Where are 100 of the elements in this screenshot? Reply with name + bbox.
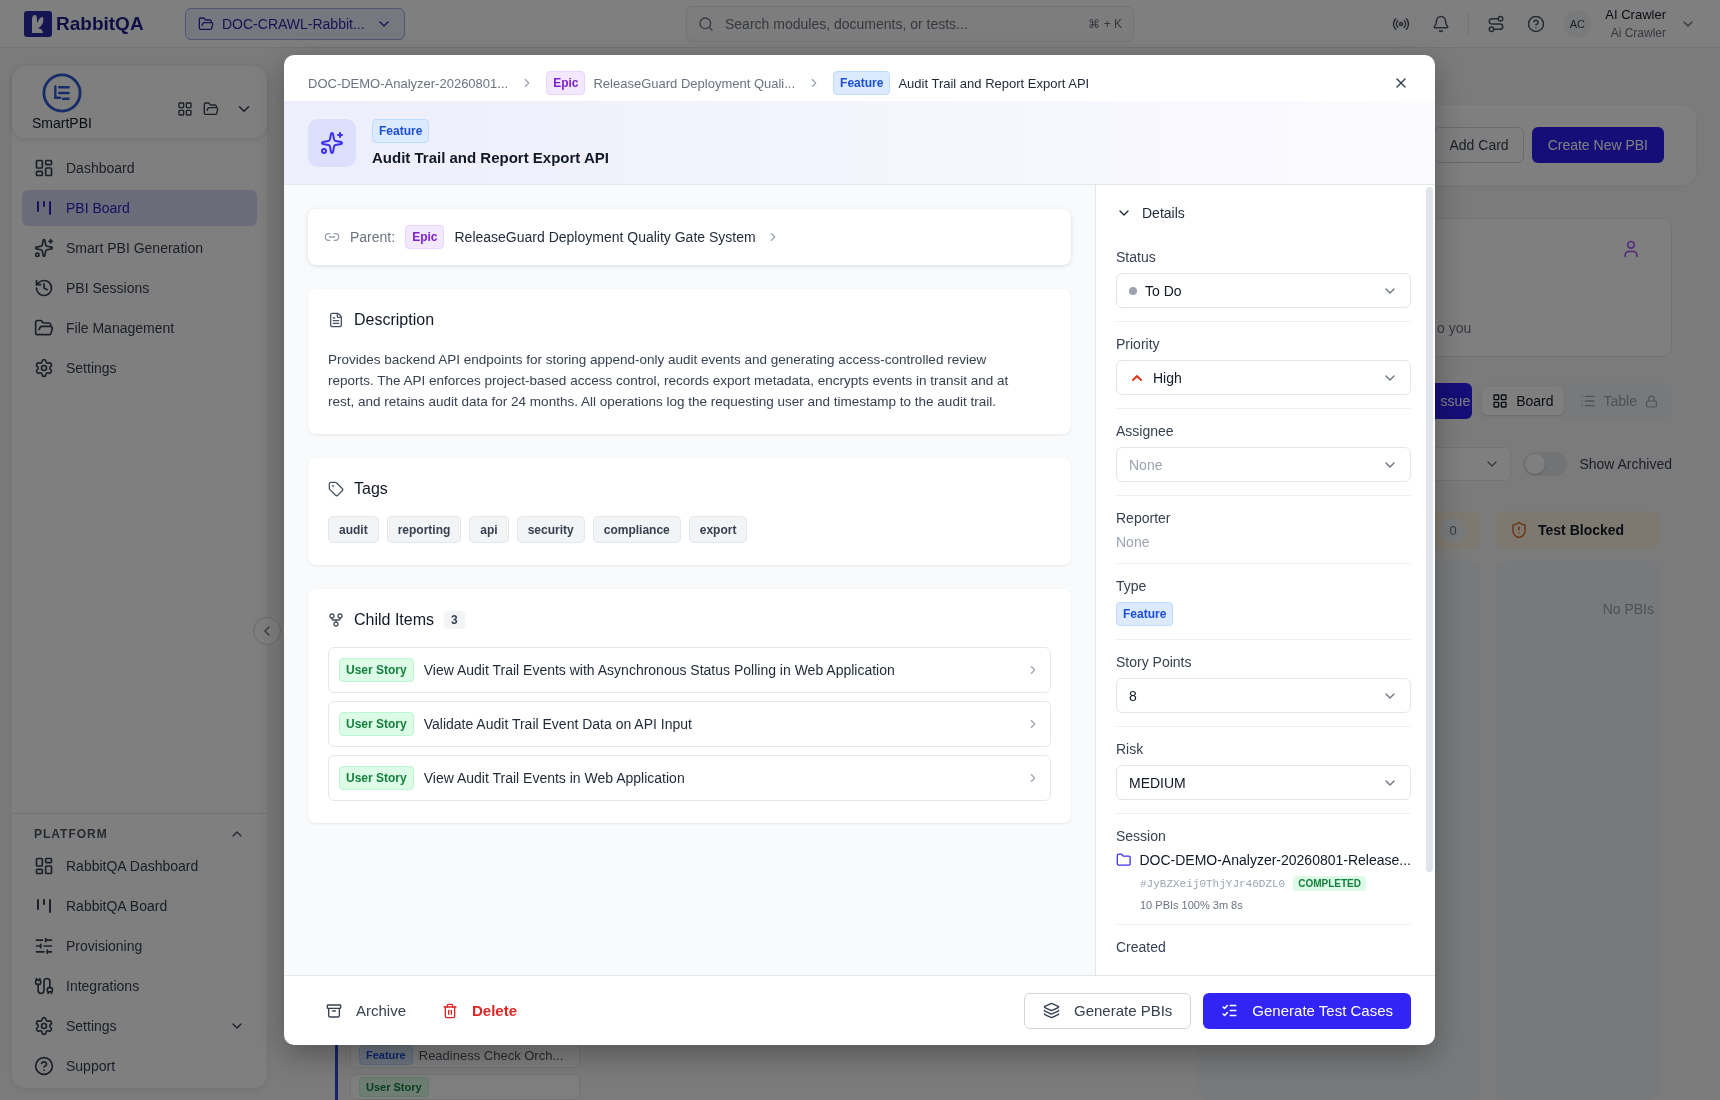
select-field[interactable]: To Do: [1116, 273, 1411, 308]
settings-icon: [34, 358, 54, 378]
field-label: Assignee: [1116, 423, 1175, 439]
session-meta: 10 PBIs 100% 3m 8s: [1139, 899, 1244, 911]
breadcrumb-link[interactable]: DOC-DEMO-Analyzer-20260801...: [308, 75, 509, 91]
user-icon: [1621, 239, 1641, 259]
child-count: 3: [444, 611, 465, 629]
settings-icon: [34, 1016, 54, 1036]
sparkles-icon: [308, 118, 356, 167]
breadcrumb-link[interactable]: ReleaseGuard Deployment Quali...: [593, 75, 796, 91]
checklist-icon: [1221, 1002, 1239, 1019]
app-switcher[interactable]: SmartPBI: [12, 66, 267, 138]
type-badge: Feature: [372, 119, 430, 143]
select-field[interactable]: High: [1116, 360, 1411, 395]
select-field[interactable]: 8: [1116, 678, 1411, 713]
shield-alert-icon: [1510, 521, 1528, 539]
help-icon: [34, 1056, 54, 1076]
select-field[interactable]: None: [1116, 447, 1411, 482]
status-dot: [1129, 286, 1137, 295]
rabbit-logo-icon: [24, 10, 52, 37]
cable-icon: [34, 976, 54, 996]
field-label: Risk: [1116, 741, 1145, 757]
nav-item[interactable]: Settings: [22, 350, 257, 386]
user-name: AI Crawler: [1605, 5, 1666, 24]
description-text: Provides backend API endpoints for storing append-only audit events and generating access-controlled review reports. The API enforces project-based access control, records export metadata, encrypts events in transit and at rest, and retains audit data for 24 months. All operations log the requesting user and timestamp to the audit trail.: [328, 351, 1010, 411]
card-title: Tags: [354, 480, 388, 498]
tag-chip: api: [469, 516, 509, 543]
nav-item[interactable]: Dashboard: [22, 150, 257, 186]
field-label: Story Points: [1116, 654, 1193, 670]
tag-icon: [328, 481, 344, 497]
session-link[interactable]: DOC-DEMO-Analyzer-20260801-Release...: [1139, 852, 1411, 868]
type-badge: Epic: [546, 71, 586, 95]
field-label: Status: [1116, 249, 1157, 265]
nav-item[interactable]: RabbitQA Board: [22, 888, 257, 924]
list-logo-icon: [41, 73, 82, 113]
nav-item[interactable]: Support: [22, 1048, 257, 1084]
child-item[interactable]: User Story View Audit Trail Events with Asynchronous Status Polling in Web Application: [328, 647, 1051, 693]
section-title: PLATFORM: [34, 827, 108, 841]
create-button[interactable]: Create New PBI: [1531, 127, 1664, 163]
project-selector[interactable]: DOC-CRAWL-Rabbit...: [185, 7, 405, 40]
document-icon: [328, 312, 344, 328]
field-label: Priority: [1116, 336, 1161, 352]
tag-chip: reporting: [386, 516, 462, 543]
archive-button[interactable]: Archive: [314, 992, 419, 1029]
tag-chip: compliance: [592, 516, 681, 543]
folder-icon[interactable]: [203, 101, 219, 117]
history-icon: [34, 278, 54, 298]
columns-icon: [34, 896, 54, 916]
grid-icon[interactable]: [177, 101, 193, 117]
session-id: #JyBZXeij0ThjYJr46DZL0: [1140, 877, 1286, 890]
tag-chip: audit: [328, 516, 379, 543]
delete-button[interactable]: Delete: [430, 992, 530, 1029]
view-tab[interactable]: Board: [1482, 387, 1564, 415]
folder-icon: [1116, 852, 1132, 868]
nav-item[interactable]: Integrations: [22, 968, 257, 1004]
grid-icon: [1492, 393, 1509, 409]
layers-icon: [1042, 1002, 1060, 1019]
item-title: Audit Trail and Report Export API: [372, 149, 609, 166]
child-item[interactable]: User Story Validate Audit Trail Event Data on API Input: [328, 701, 1051, 747]
field-label: Created: [1116, 939, 1167, 955]
details-toggle[interactable]: Details: [1116, 205, 1185, 221]
field-label: Reporter: [1116, 510, 1172, 526]
archived-toggle[interactable]: [1523, 452, 1568, 476]
column-count: 0: [1440, 517, 1466, 543]
stat-text: o you: [1437, 320, 1473, 336]
nav-item[interactable]: Settings: [22, 1008, 257, 1044]
brand-name: RabbitQA: [56, 12, 144, 35]
sliders-icon: [34, 936, 54, 956]
nav-item[interactable]: RabbitQA Dashboard: [22, 848, 257, 884]
nav-item[interactable]: PBI Sessions: [22, 270, 257, 306]
list-icon: [1579, 393, 1596, 409]
dashboard-icon: [34, 856, 54, 876]
user-avatar[interactable]: AC: [1563, 9, 1592, 38]
field-label: Session: [1116, 828, 1167, 844]
nav-item[interactable]: File Management: [22, 310, 257, 346]
pbi-card[interactable]: User Story: [350, 1074, 580, 1100]
column-title: Test Blocked: [1538, 522, 1625, 538]
nav-item[interactable]: PBI Board: [22, 190, 257, 226]
folder-icon: [198, 15, 214, 32]
columns-icon: [34, 198, 54, 218]
add-card-button[interactable]: Add Card: [1434, 127, 1524, 163]
fork-icon: [328, 612, 344, 628]
select-field[interactable]: MEDIUM: [1116, 765, 1411, 800]
generate-tests-button[interactable]: Generate Test Cases: [1203, 992, 1411, 1029]
tag-chip: export: [688, 516, 748, 543]
archive-icon: [326, 1002, 342, 1019]
nav-item[interactable]: Provisioning: [22, 928, 257, 964]
folder-icon: [34, 318, 54, 338]
parent-link[interactable]: Parent: Epic ReleaseGuard Deployment Quality Gate System: [308, 209, 1071, 265]
tag-chip: security: [516, 516, 585, 543]
type-badge: Feature: [833, 71, 891, 95]
scrollbar[interactable]: [1426, 187, 1433, 872]
dashboard-icon: [34, 158, 54, 178]
search-icon: [698, 15, 714, 32]
status-badge: COMPLETED: [1293, 876, 1366, 891]
child-item[interactable]: User Story View Audit Trail Events in Web Application: [328, 755, 1051, 801]
type-badge: Feature: [1116, 602, 1174, 626]
nav-item[interactable]: Smart PBI Generation: [22, 230, 257, 266]
generate-pbis-button[interactable]: Generate PBIs: [1023, 992, 1192, 1029]
card-title: Description: [354, 311, 435, 329]
